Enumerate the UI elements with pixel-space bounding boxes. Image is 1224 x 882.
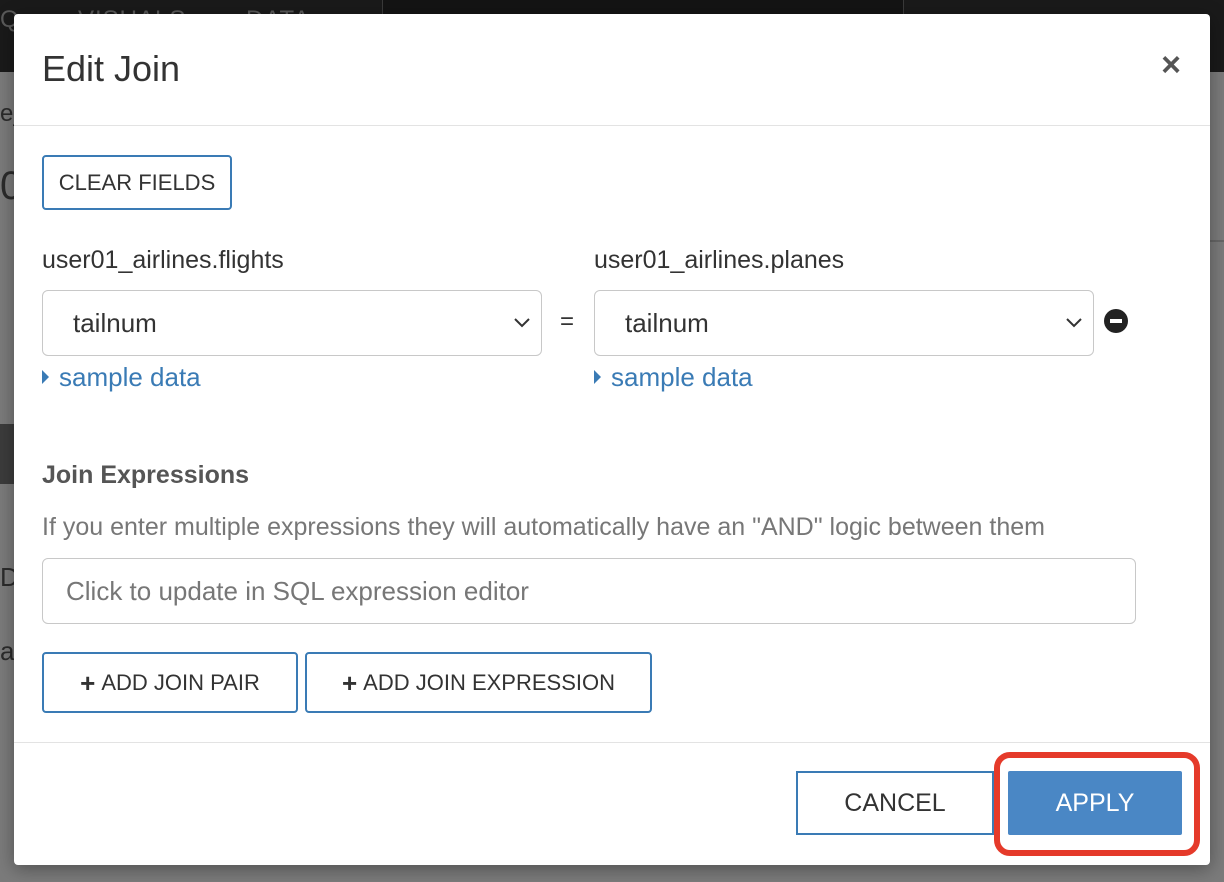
remove-join-pair-icon[interactable] [1104, 309, 1128, 333]
footer-divider [14, 742, 1210, 743]
apply-button[interactable]: APPLY [1008, 771, 1182, 835]
close-icon[interactable]: × [1154, 48, 1188, 82]
bg-divider [1208, 240, 1224, 242]
caret-right-icon [42, 370, 49, 384]
chevron-down-icon [514, 318, 530, 328]
add-join-pair-label: ADD JOIN PAIR [101, 669, 260, 695]
left-sample-data-link[interactable]: sample data [42, 362, 201, 392]
clear-fields-button[interactable]: CLEAR FIELDS [42, 155, 232, 210]
join-expressions-title: Join Expressions [42, 461, 250, 489]
add-join-expression-button[interactable]: + ADD JOIN EXPRESSION [305, 652, 652, 713]
cancel-button[interactable]: CANCEL [796, 771, 994, 835]
join-expressions-hint: If you enter multiple expressions they w… [42, 513, 1045, 541]
left-table-label: user01_airlines.flights [42, 246, 284, 274]
plus-icon: + [80, 667, 96, 698]
left-select-value: tailnum [73, 308, 157, 338]
bg-panel-block [0, 424, 14, 484]
apply-label: APPLY [1055, 788, 1135, 817]
right-sample-data-link[interactable]: sample data [594, 362, 753, 392]
caret-right-icon [594, 370, 601, 384]
chevron-down-icon [1066, 318, 1082, 328]
sql-expression-input[interactable]: Click to update in SQL expression editor [42, 558, 1136, 624]
equals-sign: = [560, 308, 575, 335]
plus-icon: + [341, 667, 358, 698]
right-table-label: user01_airlines.planes [594, 246, 845, 274]
header-divider [14, 125, 1210, 126]
add-join-expression-label: ADD JOIN EXPRESSION [363, 669, 616, 695]
left-column-select[interactable]: tailnum [42, 290, 542, 356]
sample-data-label: sample data [611, 362, 753, 392]
edit-join-modal: Edit Join × CLEAR FIELDS user01_airlines… [14, 14, 1210, 865]
cancel-label: CANCEL [844, 788, 946, 817]
modal-title: Edit Join [42, 48, 181, 89]
clear-fields-label: CLEAR FIELDS [58, 169, 216, 195]
sample-data-label: sample data [59, 362, 201, 392]
right-select-value: tailnum [625, 308, 709, 338]
add-join-pair-button[interactable]: + ADD JOIN PAIR [42, 652, 298, 713]
right-column-select[interactable]: tailnum [594, 290, 1094, 356]
